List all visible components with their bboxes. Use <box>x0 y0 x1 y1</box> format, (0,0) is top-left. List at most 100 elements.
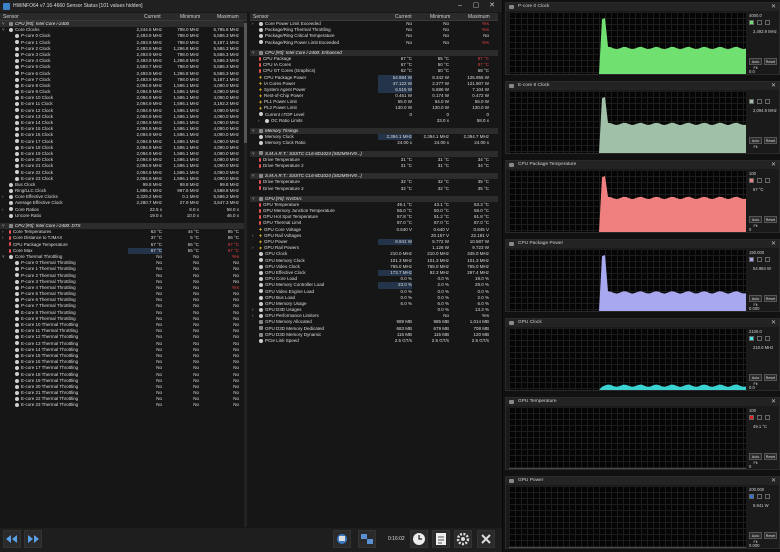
reset-button[interactable]: Reset <box>764 295 777 302</box>
minimize-icon[interactable]: – <box>452 0 468 12</box>
auto-fit-button[interactable]: Auto Fit <box>749 137 762 149</box>
color-swatch[interactable] <box>757 257 762 262</box>
scrollbar[interactable] <box>244 21 247 527</box>
graph-window[interactable]: CPU Package Power ✕ 150.000 54.984 W Aut… <box>505 239 780 312</box>
close-icon[interactable]: ✕ <box>771 477 776 485</box>
maximize-icon[interactable]: ▢ <box>468 0 484 12</box>
close-icon[interactable]: ✕ <box>771 319 776 327</box>
color-swatch[interactable] <box>757 336 762 341</box>
color-swatch[interactable] <box>749 20 754 25</box>
reset-button[interactable]: Reset <box>764 58 777 65</box>
color-swatch[interactable] <box>749 336 754 341</box>
graph-trace <box>509 18 746 74</box>
report-icon[interactable] <box>432 530 450 548</box>
sensor-row[interactable]: PCIe Link Speed 2.5 GT/s 2.5 GT/s 2.5 GT/s <box>250 338 498 344</box>
header-maximum[interactable]: Maximum <box>217 13 239 21</box>
graph-window[interactable]: GPU Temperature ✕ 100 49.1 °C Auto Fit R… <box>505 397 780 470</box>
scrollbar-thumb[interactable] <box>244 23 247 143</box>
close-icon[interactable]: ✕ <box>771 161 776 169</box>
color-swatch[interactable] <box>765 20 770 25</box>
sensor-list-right[interactable]: Sensor Current Minimum Maximum › Core Pow… <box>250 13 498 527</box>
clock-icon <box>15 96 19 101</box>
auto-fit-button[interactable]: Auto Fit <box>749 453 762 465</box>
auto-fit-button[interactable]: Auto Fit <box>749 216 762 228</box>
color-swatch[interactable] <box>757 494 762 499</box>
clock-icon[interactable] <box>410 530 428 548</box>
graph-title-bar[interactable]: E-core 8 Clock ✕ <box>506 82 779 90</box>
clock-icon <box>15 58 19 63</box>
clock-icon <box>9 213 13 218</box>
color-swatch[interactable] <box>749 494 754 499</box>
clock-icon <box>15 397 19 402</box>
color-swatch[interactable] <box>757 415 762 420</box>
graph-window[interactable]: GPU Power ✕ 200.000 8.941 W Auto Fit Res… <box>505 476 780 549</box>
color-swatch[interactable] <box>749 257 754 262</box>
header-maximum[interactable]: Maximum <box>468 13 490 21</box>
gear-icon[interactable] <box>454 530 472 548</box>
auto-fit-button[interactable]: Auto Fit <box>749 295 762 307</box>
memory-icon <box>259 326 263 331</box>
graph-title-bar[interactable]: GPU Power ✕ <box>506 477 779 485</box>
color-swatch[interactable] <box>765 415 770 420</box>
reset-button[interactable]: Reset <box>764 532 777 539</box>
header-sensor[interactable]: Sensor <box>3 13 19 21</box>
arrow-right-icon[interactable] <box>24 530 42 548</box>
arrow-left-icon[interactable] <box>3 530 21 548</box>
close-icon[interactable]: ✕ <box>771 398 776 406</box>
graph-title-bar[interactable]: CPU Package Temperature ✕ <box>506 161 779 169</box>
reset-button[interactable]: Reset <box>764 137 777 144</box>
color-swatch[interactable] <box>757 178 762 183</box>
sensor-row[interactable]: E-core 23 Thermal Throttling No No No <box>0 402 247 408</box>
header-current[interactable]: Current <box>144 13 161 21</box>
sensor-list-left[interactable]: Sensor Current Minimum Maximum ˅ CPU [#0]… <box>0 13 247 527</box>
sensor-label: GPU Rail Voltages <box>264 232 302 238</box>
sensor-label: E-core 11 Thermal Throttling <box>21 328 78 334</box>
sensor-label: P-core 2 Thermal Throttling <box>21 272 76 278</box>
reset-button[interactable]: Reset <box>764 453 777 460</box>
color-swatch[interactable] <box>765 336 770 341</box>
sensor-label: GPU Memory Usage <box>265 300 307 306</box>
close-icon[interactable]: ✕ <box>771 3 776 11</box>
graph-title-bar[interactable]: GPU Clock ✕ <box>506 319 779 327</box>
network-icon[interactable] <box>333 530 351 548</box>
header-current[interactable]: Current <box>395 13 412 21</box>
auto-fit-button[interactable]: Auto Fit <box>749 374 762 386</box>
reset-button[interactable]: Reset <box>764 374 777 381</box>
sensor-label: E-core 22 Clock <box>21 169 54 175</box>
header-minimum[interactable]: Minimum <box>430 13 450 21</box>
graph-window[interactable]: E-core 8 Clock ✕ 2,094.9 MHz Auto Fit Re… <box>505 81 780 154</box>
close-icon[interactable]: ✕ <box>771 82 776 90</box>
graph-title-bar[interactable]: CPU Package Power ✕ <box>506 240 779 248</box>
color-swatch[interactable] <box>765 494 770 499</box>
color-swatch[interactable] <box>757 20 762 25</box>
sensor-label: CPU GT Cores (Graphics) <box>263 68 316 74</box>
color-swatch[interactable] <box>749 415 754 420</box>
graph-window[interactable]: CPU Package Temperature ✕ 100 67 °C Auto… <box>505 160 780 233</box>
header-minimum[interactable]: Minimum <box>180 13 200 21</box>
header-sensor[interactable]: Sensor <box>253 13 269 21</box>
graph-window[interactable]: GPU Clock ✕ 2100.0 210.0 MHz Auto Fit Re… <box>505 318 780 391</box>
color-swatch[interactable] <box>749 178 754 183</box>
color-swatch[interactable] <box>757 99 762 104</box>
graph-window[interactable]: P-core 0 Clock ✕ 4000.0 2,493.9 MHz Auto… <box>505 2 780 75</box>
auto-fit-button[interactable]: Auto Fit <box>749 58 762 70</box>
graph-title-bar[interactable]: GPU Temperature ✕ <box>506 398 779 406</box>
graph-plot <box>509 407 746 469</box>
memory-icon <box>259 320 263 325</box>
color-swatch[interactable] <box>765 257 770 262</box>
network-icon[interactable] <box>358 530 376 548</box>
exit-button[interactable] <box>477 530 495 548</box>
thermometer-icon <box>259 163 261 168</box>
sensor-label: P-core 7 Clock <box>21 76 51 82</box>
sensor-label: E-core 11 Clock <box>21 101 53 107</box>
close-icon[interactable]: ✕ <box>771 240 776 248</box>
clock-icon <box>265 118 269 123</box>
sensor-label: E-core 14 Thermal Throttling <box>21 346 79 352</box>
graph-title-bar[interactable]: P-core 0 Clock ✕ <box>506 3 779 11</box>
close-icon[interactable]: ✕ <box>484 0 500 12</box>
auto-fit-button[interactable]: Auto Fit <box>749 532 762 544</box>
color-swatch[interactable] <box>749 99 754 104</box>
color-swatch[interactable] <box>765 178 770 183</box>
reset-button[interactable]: Reset <box>764 216 777 223</box>
color-swatch[interactable] <box>765 99 770 104</box>
